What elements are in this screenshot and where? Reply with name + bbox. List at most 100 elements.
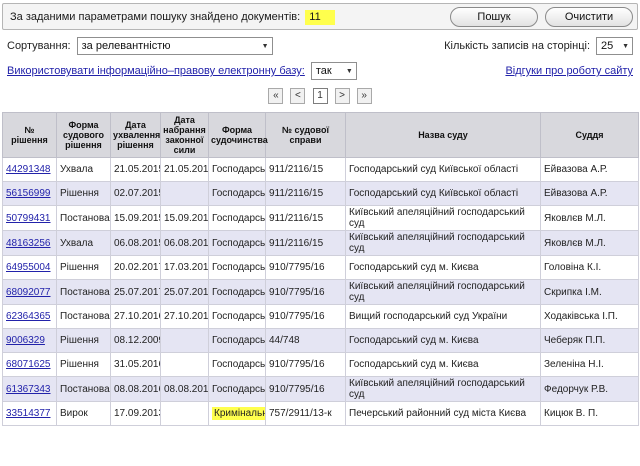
- proceeding-type-cell: Господарське: [209, 280, 266, 305]
- decision-link-cell: 56156999: [3, 182, 57, 206]
- decision-link[interactable]: 64955004: [6, 262, 51, 273]
- judge-name-cell: Чеберяк П.П.: [541, 329, 639, 353]
- chevron-down-icon: ▼: [262, 43, 269, 50]
- decision-link-cell: 44291348: [3, 158, 57, 182]
- decision-link-cell: 33514377: [3, 402, 57, 426]
- decision-link[interactable]: 62364365: [6, 311, 51, 322]
- decision-form-cell: Постанова: [57, 377, 111, 402]
- chevron-down-icon: ▼: [622, 43, 629, 50]
- effective-date-cell: 25.07.2017: [161, 280, 209, 305]
- decision-link[interactable]: 44291348: [6, 164, 51, 175]
- judge-name-cell: Яковлєв М.Л.: [541, 206, 639, 231]
- legal-base-control: Використовувати інформаційно–правову еле…: [7, 62, 357, 80]
- legal-base-select[interactable]: так ▼: [311, 62, 357, 80]
- sort-select[interactable]: за релевантністю ▼: [77, 37, 273, 55]
- decision-form-cell: Постанова: [57, 280, 111, 305]
- proceeding-type-cell: Господарське: [209, 158, 266, 182]
- legal-base-row: Використовувати інформаційно–правову еле…: [0, 62, 640, 80]
- results-summary-text: За заданими параметрами пошуку знайдено …: [10, 11, 300, 23]
- header-decision-form: Форма судового рішення: [57, 113, 111, 158]
- table-row: 33514377Вирок17.09.2013Кримінальне757/29…: [3, 402, 639, 426]
- effective-date-cell: 06.08.2015: [161, 231, 209, 256]
- sort-label: Сортування:: [7, 40, 71, 52]
- clear-button[interactable]: Очистити: [545, 7, 633, 27]
- court-name-cell: Господарський суд Київської області: [346, 158, 541, 182]
- decision-link[interactable]: 68071625: [6, 359, 51, 370]
- decision-link-cell: 48163256: [3, 231, 57, 256]
- proceeding-type-cell: Господарське: [209, 182, 266, 206]
- pagination-next-button[interactable]: >: [335, 88, 350, 104]
- decision-link[interactable]: 61367343: [6, 384, 51, 395]
- court-name-cell: Київський апеляційний господарський суд: [346, 280, 541, 305]
- header-decision-date: Дата ухвалення рішення: [111, 113, 161, 158]
- table-row: 62364365Постанова27.10.201627.10.2016Гос…: [3, 305, 639, 329]
- judge-name-cell: Кицюк В. П.: [541, 402, 639, 426]
- decision-date-cell: 25.07.2017: [111, 280, 161, 305]
- header-proceeding-type: Форма судочинства: [209, 113, 266, 158]
- decision-link[interactable]: 33514377: [6, 408, 51, 419]
- case-number-cell: 911/2116/15: [266, 206, 346, 231]
- decision-date-cell: 21.05.2015: [111, 158, 161, 182]
- search-button[interactable]: Пошук: [450, 7, 538, 27]
- case-number-cell: 911/2116/15: [266, 182, 346, 206]
- case-number-cell: 911/2116/15: [266, 158, 346, 182]
- decision-link-cell: 64955004: [3, 256, 57, 280]
- effective-date-cell: [161, 402, 209, 426]
- highlighted-proceeding: Кримінальне: [212, 407, 266, 420]
- decision-link[interactable]: 56156999: [6, 188, 51, 199]
- judge-name-cell: Ейвазова А.Р.: [541, 158, 639, 182]
- table-row: 9006329Рішення08.12.2009Господарське44/7…: [3, 329, 639, 353]
- decision-form-cell: Рішення: [57, 182, 111, 206]
- proceeding-type-cell: Господарське: [209, 231, 266, 256]
- effective-date-cell: 17.03.2017: [161, 256, 209, 280]
- pagination-page-1[interactable]: 1: [313, 88, 328, 104]
- case-number-cell: 44/748: [266, 329, 346, 353]
- decision-link[interactable]: 48163256: [6, 238, 51, 249]
- per-page-select-value: 25: [601, 40, 613, 52]
- feedback-link[interactable]: Відгуки про роботу сайту: [505, 65, 633, 77]
- decision-date-cell: 02.07.2015: [111, 182, 161, 206]
- proceeding-type-cell: Господарське: [209, 353, 266, 377]
- effective-date-cell: 08.08.2016: [161, 377, 209, 402]
- judge-name-cell: Ходаківська І.П.: [541, 305, 639, 329]
- decision-form-cell: Постанова: [57, 206, 111, 231]
- decision-link-cell: 68092077: [3, 280, 57, 305]
- decision-link[interactable]: 68092077: [6, 287, 51, 298]
- decision-link[interactable]: 50799431: [6, 213, 51, 224]
- table-row: 44291348Ухвала21.05.201521.05.2015Господ…: [3, 158, 639, 182]
- legal-base-link[interactable]: Використовувати інформаційно–правову еле…: [7, 65, 305, 77]
- effective-date-cell: [161, 329, 209, 353]
- header-effective-date: Дата набрання законної сили: [161, 113, 209, 158]
- effective-date-cell: 27.10.2016: [161, 305, 209, 329]
- results-summary: За заданими параметрами пошуку знайдено …: [10, 11, 335, 23]
- table-row: 56156999 Рішення02.07.2015 Господарське911…: [3, 182, 639, 206]
- header-case-number: № судової справи: [266, 113, 346, 158]
- legal-base-select-value: так: [316, 65, 332, 77]
- proceeding-type-cell: Господарське: [209, 256, 266, 280]
- court-name-cell: Господарський суд м. Києва: [346, 256, 541, 280]
- effective-date-cell: [161, 182, 209, 206]
- table-row: 68092077Постанова25.07.201725.07.2017Гос…: [3, 280, 639, 305]
- decision-date-cell: 20.02.2017: [111, 256, 161, 280]
- judge-name-cell: Скрипка І.М.: [541, 280, 639, 305]
- decision-link[interactable]: 9006329: [6, 335, 45, 346]
- court-name-cell: Київський апеляційний господарський суд: [346, 377, 541, 402]
- proceeding-type-cell: Господарське: [209, 206, 266, 231]
- pagination-prev-button[interactable]: <: [290, 88, 305, 104]
- pagination-first-button[interactable]: «: [268, 88, 283, 104]
- proceeding-type-cell: Кримінальне: [209, 402, 266, 426]
- search-results-page: За заданими параметрами пошуку знайдено …: [0, 3, 640, 426]
- case-number-cell: 757/2911/13-к: [266, 402, 346, 426]
- topbar-buttons: Пошук Очистити: [443, 7, 633, 27]
- per-page-select[interactable]: 25 ▼: [596, 37, 633, 55]
- proceeding-type-cell: Господарське: [209, 329, 266, 353]
- decision-link-cell: 9006329: [3, 329, 57, 353]
- header-judge: Суддя: [541, 113, 639, 158]
- results-summary-bar: За заданими параметрами пошуку знайдено …: [2, 3, 638, 30]
- table-row: 61367343Постанова08.08.201608.08.2016Гос…: [3, 377, 639, 402]
- results-table: № рішення Форма судового рішення Дата ух…: [2, 112, 639, 426]
- pagination-last-button[interactable]: »: [357, 88, 372, 104]
- decision-date-cell: 08.08.2016: [111, 377, 161, 402]
- case-number-cell: 910/7795/16: [266, 305, 346, 329]
- decision-date-cell: 31.05.2016: [111, 353, 161, 377]
